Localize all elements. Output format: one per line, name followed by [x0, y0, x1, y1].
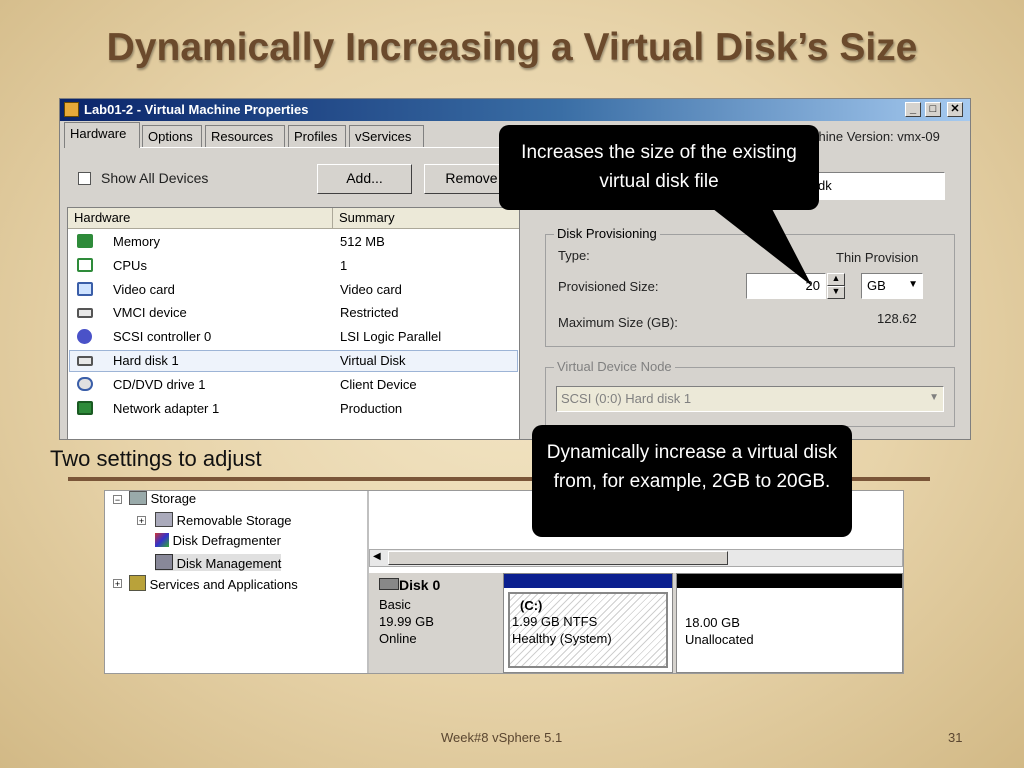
disk-name: Disk 0	[399, 577, 441, 593]
subheading: Two settings to adjust	[50, 446, 262, 471]
tab-hardware[interactable]: Hardware	[64, 122, 140, 148]
partition-c[interactable]: (C:) 1.99 GB NTFS Healthy (System)	[503, 573, 673, 673]
tree-label: Storage	[150, 491, 197, 506]
disk-name-label: Disk 0	[379, 577, 440, 593]
removable-storage-icon	[155, 512, 173, 527]
tree-label: Removable Storage	[176, 513, 292, 528]
storage-icon	[129, 491, 147, 505]
tree-label: Disk Defragmenter	[172, 533, 281, 548]
disk-management-icon	[155, 554, 173, 570]
scroll-left-icon[interactable]: ◀	[373, 551, 381, 562]
tree-item-disk-management[interactable]: Disk Management	[155, 554, 282, 571]
tree-item-removable-storage[interactable]: Removable Storage	[155, 512, 292, 528]
tree-item-storage[interactable]: Storage	[129, 491, 196, 506]
disk-map: Disk 0 Basic 19.99 GB Online (C:) 1.99 G…	[369, 573, 903, 673]
partition-unallocated[interactable]: 18.00 GB Unallocated	[676, 573, 903, 673]
partition-c-bar	[504, 574, 672, 588]
tree-label: Disk Management	[176, 556, 282, 571]
tree-item-disk-defragmenter[interactable]: Disk Defragmenter	[155, 533, 281, 548]
collapse-icon[interactable]: −	[113, 495, 122, 505]
disk-icon	[379, 578, 399, 590]
tree-item-services-applications[interactable]: Services and Applications	[129, 575, 298, 592]
partition-c-label: (C:)	[520, 598, 543, 613]
disk-type: Basic	[379, 597, 411, 612]
expand-icon[interactable]: +	[137, 516, 146, 526]
services-icon	[129, 575, 146, 591]
partition-c-body: (C:) 1.99 GB NTFS Healthy (System)	[508, 592, 668, 668]
callout-bottom: Dynamically increase a virtual disk from…	[532, 425, 852, 537]
tree-label: Services and Applications	[149, 577, 298, 592]
callout-top-pointer	[708, 205, 812, 286]
expand-icon[interactable]: +	[113, 579, 122, 589]
partition-c-status: Healthy (System)	[512, 631, 612, 646]
partition-unallocated-bar	[677, 574, 902, 588]
horizontal-scrollbar[interactable]: ◀	[369, 549, 903, 567]
disk-size: 19.99 GB	[379, 614, 434, 629]
footer-text: Week#8 vSphere 5.1	[441, 730, 563, 745]
console-tree: − Storage + Removable Storage Disk Defra…	[105, 491, 367, 673]
disk-0-info[interactable]: Disk 0 Basic 19.99 GB Online	[369, 573, 499, 673]
partition-unallocated-status: Unallocated	[685, 632, 754, 647]
partition-unallocated-size: 18.00 GB	[685, 615, 740, 630]
page-number: 31	[948, 730, 963, 745]
scrollbar-thumb[interactable]	[388, 551, 728, 565]
defragmenter-icon	[155, 533, 169, 547]
partition-c-size: 1.99 GB NTFS	[512, 614, 598, 629]
disk-status: Online	[379, 631, 417, 646]
